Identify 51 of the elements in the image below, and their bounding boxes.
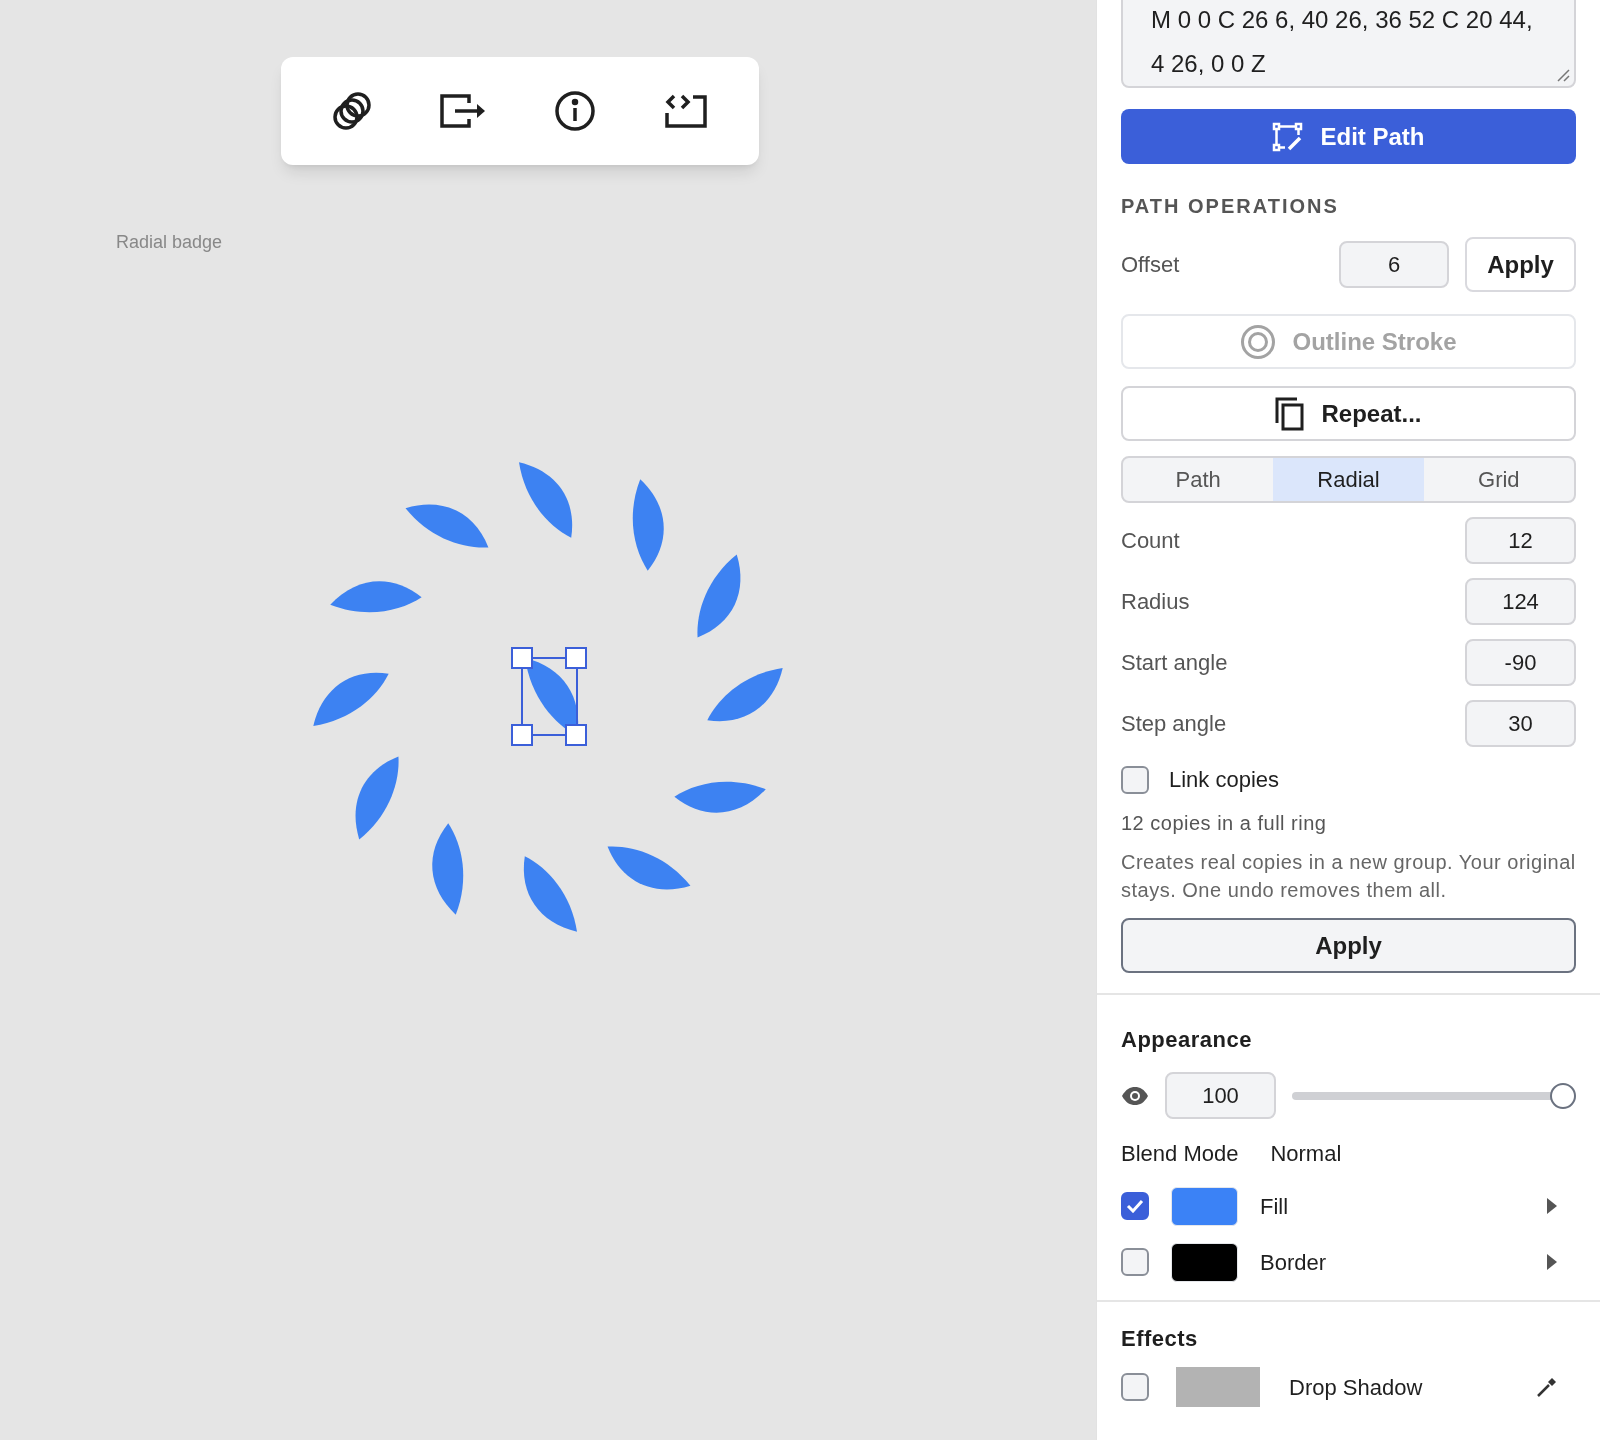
info-icon[interactable] xyxy=(552,89,597,133)
section-heading: Effects xyxy=(1121,1325,1199,1353)
copy-icon xyxy=(1275,396,1306,431)
blend-mode-label: Blend Mode xyxy=(1121,1140,1239,1168)
eyedropper-icon[interactable] xyxy=(1536,1376,1558,1398)
path-data-field[interactable]: M 0 0 C 26 6, 40 26, 36 52 C 20 44, 4 26, 0 0 Z xyxy=(1121,0,1576,88)
layer-checkbox[interactable] xyxy=(1121,1248,1149,1276)
summary-text: 12 copies in a full ring xyxy=(1121,811,1328,836)
expand-caret-icon[interactable] xyxy=(1546,1253,1558,1271)
effect-checkbox[interactable] xyxy=(1121,1373,1149,1401)
section-heading: Appearance xyxy=(1121,1026,1253,1054)
number-field[interactable]: -90 xyxy=(1465,639,1576,686)
slider-thumb[interactable] xyxy=(1550,1082,1576,1109)
layer-label: Border xyxy=(1260,1248,1328,1277)
number-field[interactable]: 124 xyxy=(1465,578,1576,625)
layer-label: Fill xyxy=(1260,1192,1290,1221)
field-label: Radius xyxy=(1121,588,1191,616)
offset-field[interactable]: 6 xyxy=(1339,241,1449,288)
field-label: Count xyxy=(1121,527,1181,555)
link-copies-label: Link copies xyxy=(1169,766,1280,794)
section-heading: PATH OPERATIONS xyxy=(1121,194,1340,219)
offset-label: Offset xyxy=(1121,251,1181,279)
eye-icon[interactable] xyxy=(1121,1085,1149,1106)
mode-tab[interactable]: Path xyxy=(1123,458,1274,501)
help-text: Creates real copies in a new group. Your original stays. One undo removes them all. xyxy=(1121,850,1576,903)
apply-offset-button[interactable]: Apply xyxy=(1465,237,1576,292)
resize-grip-icon[interactable] xyxy=(1556,68,1570,82)
link-copies-checkbox[interactable] xyxy=(1121,765,1149,794)
bezier-edit-icon xyxy=(1272,121,1305,152)
number-field[interactable]: 12 xyxy=(1465,517,1576,564)
mode-tab[interactable]: Radial xyxy=(1273,458,1424,501)
mode-tab[interactable]: Grid xyxy=(1423,458,1574,501)
blend-mode-value[interactable]: Normal xyxy=(1270,1137,1342,1170)
color-swatch[interactable] xyxy=(1171,1242,1238,1282)
layer-checkbox[interactable] xyxy=(1121,1192,1149,1220)
number-field[interactable]: 30 xyxy=(1465,700,1576,747)
apply-button[interactable]: Apply xyxy=(1121,918,1576,973)
edit-path-button[interactable]: Edit Path xyxy=(1121,109,1576,164)
repeat-button[interactable]: Repeat... xyxy=(1121,386,1576,441)
color-swatch[interactable] xyxy=(1171,1186,1238,1226)
artboard-label: Radial badge xyxy=(116,231,223,254)
expand-caret-icon[interactable] xyxy=(1546,1197,1558,1215)
opacity-field[interactable]: 100 xyxy=(1165,1072,1276,1119)
concentric-circles-icon xyxy=(1240,323,1277,360)
selected-leaf-with-handles[interactable] xyxy=(511,647,587,746)
opacity-slider[interactable] xyxy=(1292,1082,1576,1109)
check-icon xyxy=(1126,1199,1144,1213)
effect-swatch[interactable] xyxy=(1176,1367,1260,1407)
field-label: Step angle xyxy=(1121,710,1228,738)
field-label: Start angle xyxy=(1121,649,1229,677)
effect-label: Drop Shadow xyxy=(1289,1373,1424,1402)
